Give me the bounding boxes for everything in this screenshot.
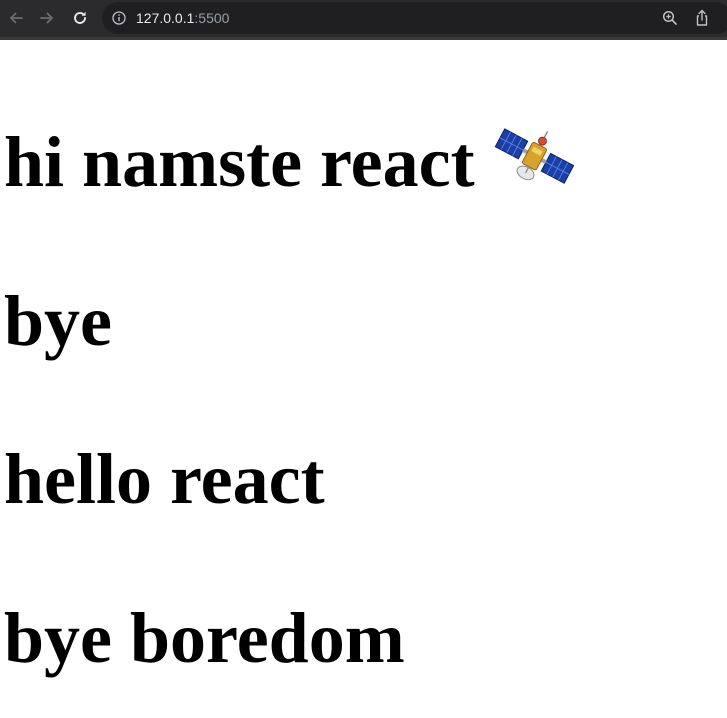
heading-hello-react: hello react [4,439,325,519]
reload-button[interactable] [70,8,90,28]
url-text[interactable]: 127.0.0.1:5500 [136,10,229,26]
heading-bye-boredom: bye boredom [4,598,405,678]
address-bar[interactable]: 127.0.0.1:5500 [102,2,727,34]
info-icon[interactable] [112,11,126,25]
heading-greeting: hi namste react [4,126,575,198]
browser-toolbar: 127.0.0.1:5500 [0,0,727,40]
satellite-icon [494,128,574,184]
heading-bye: bye [4,281,112,361]
share-icon[interactable] [694,9,710,27]
reload-icon [74,11,86,24]
forward-button[interactable] [37,8,57,28]
arrow-left-icon [10,12,23,24]
url-host: 127.0.0.1 [136,10,195,26]
page-content: hi namste react bye hello react bye bore… [0,40,727,718]
url-port: :5500 [194,10,230,26]
back-button[interactable] [6,8,26,28]
zoom-icon[interactable] [662,10,678,26]
heading-greeting-text: hi namste react [4,122,475,202]
arrow-right-icon [40,12,53,24]
